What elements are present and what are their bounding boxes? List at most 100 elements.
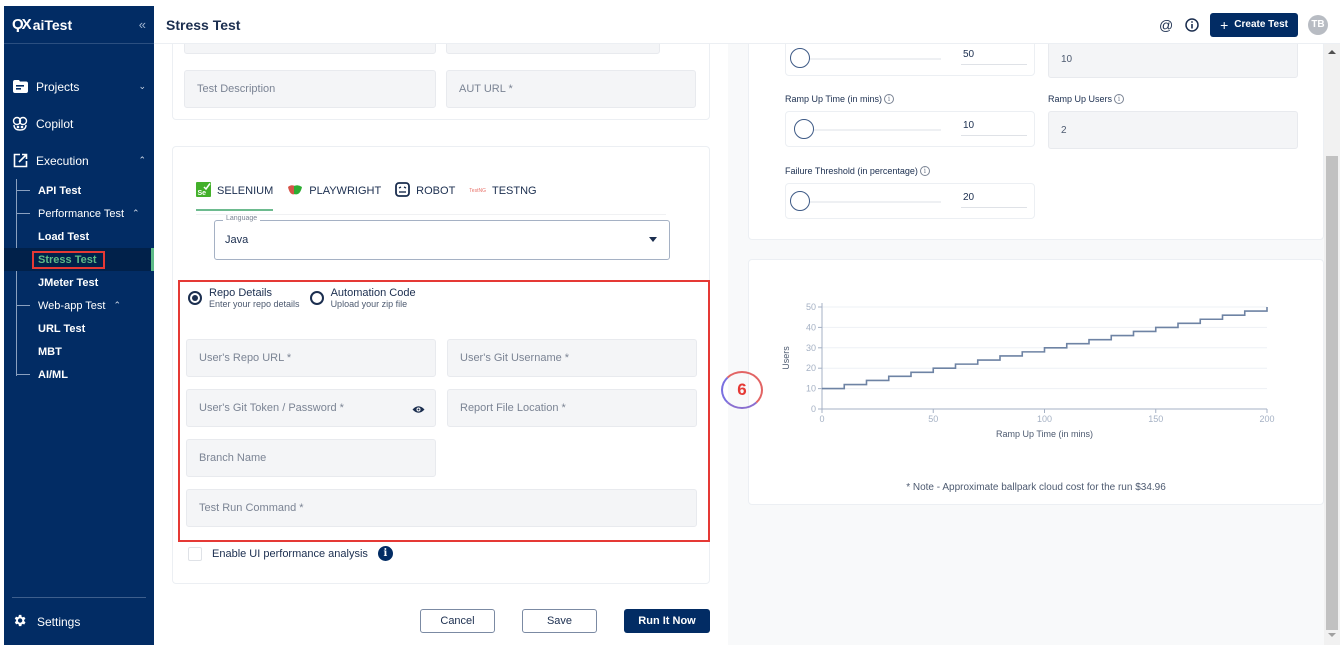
- sidebar-item-label: Execution: [36, 153, 89, 168]
- radio-automation-code[interactable]: Automation Code Upload your zip file: [309, 287, 416, 309]
- x-tick-label: 50: [928, 414, 938, 424]
- tab-testng[interactable]: TestNG TESTNG: [469, 179, 536, 203]
- tab-selenium[interactable]: Se SELENIUM: [196, 179, 274, 211]
- chevron-down-icon: ⌄: [138, 81, 146, 91]
- label-text: Failure Threshold (in percentage): [785, 166, 918, 176]
- tab-robot[interactable]: ROBOT: [395, 179, 455, 203]
- brand-name: aiTest: [32, 16, 73, 33]
- load-config-panel: 50 10 Ramp Up Time (in mins) i Ramp Up Us…: [748, 34, 1324, 645]
- tab-label: SELENIUM: [217, 185, 274, 197]
- info-icon[interactable]: i: [884, 94, 895, 104]
- sidebar-item-label: API Test: [38, 184, 82, 197]
- sidebar-item-settings[interactable]: Settings: [12, 597, 146, 645]
- plus-icon: +: [1220, 16, 1229, 33]
- sidebar-item-label: JMeter Test: [38, 276, 99, 289]
- tab-playwright[interactable]: PLAYWRIGHT: [287, 179, 381, 203]
- ramp-time-value[interactable]: 10: [961, 116, 1027, 136]
- users-slider-value[interactable]: 50: [961, 45, 1027, 65]
- label-text: Ramp Up Users: [1048, 94, 1113, 104]
- ramp-users-label: Ramp Up Users i: [1048, 94, 1125, 104]
- language-value: Java: [225, 234, 249, 246]
- y-tick-label: 40: [806, 322, 816, 332]
- sidebar-item-aiml[interactable]: AI/ML: [16, 363, 154, 386]
- brand-bar: ϘX aiTest «: [4, 6, 154, 44]
- users-field: 10: [1048, 40, 1298, 78]
- sidebar-item-label: Copilot: [36, 116, 74, 131]
- sidebar-item-load-test[interactable]: Load Test: [16, 225, 154, 248]
- slider-track: [806, 129, 941, 131]
- create-test-button[interactable]: + Create Test: [1210, 12, 1298, 37]
- ui-performance-label: Enable UI performance analysis: [212, 547, 368, 560]
- radio-checked-icon: [188, 291, 202, 305]
- sidebar-item-url-test[interactable]: URL Test: [16, 317, 154, 340]
- slider-handle[interactable]: [794, 119, 814, 139]
- git-token-input[interactable]: User's Git Token / Password *: [186, 389, 436, 427]
- report-location-input[interactable]: Report File Location *: [447, 389, 697, 427]
- sidebar-item-execution[interactable]: Execution ⌃: [4, 142, 154, 179]
- test-description-input[interactable]: Test Description: [184, 70, 436, 108]
- radio-subtitle: Enter your repo details: [209, 299, 300, 309]
- y-tick-label: 50: [806, 302, 816, 312]
- double-chevron-left-icon[interactable]: «: [139, 17, 146, 32]
- at-sign-icon[interactable]: @: [1158, 17, 1174, 33]
- repo-url-input[interactable]: User's Repo URL *: [186, 339, 436, 377]
- sidebar-item-label: Settings: [37, 614, 81, 629]
- failure-threshold-slider[interactable]: 20: [785, 183, 1035, 219]
- create-test-label: Create Test: [1234, 19, 1288, 30]
- radio-title: Repo Details: [209, 287, 272, 299]
- sidebar-item-label: Load Test: [38, 230, 90, 243]
- branch-name-input[interactable]: Branch Name: [186, 439, 436, 477]
- slider-handle[interactable]: [790, 48, 810, 68]
- selenium-icon: Se: [196, 182, 211, 200]
- y-tick-label: 20: [806, 363, 816, 373]
- sidebar-item-label: Performance Test: [38, 207, 125, 220]
- sidebar: ϘX aiTest « Projects ⌄ Copilot Execution…: [4, 6, 154, 645]
- info-icon[interactable]: i: [377, 546, 393, 561]
- radio-subtitle: Upload your zip file: [330, 299, 408, 309]
- ramp-time-slider[interactable]: 10: [785, 111, 1035, 147]
- top-header: Stress Test @ + Create Test TB: [154, 6, 1340, 44]
- x-tick-label: 100: [1037, 414, 1052, 424]
- git-username-input[interactable]: User's Git Username *: [447, 339, 697, 377]
- scroll-up-arrow-icon[interactable]: [1328, 50, 1336, 54]
- sidebar-item-stress-test[interactable]: Stress Test: [4, 248, 154, 271]
- cost-note: * Note - Approximate ballpark cloud cost…: [906, 482, 1166, 493]
- header-actions: @ + Create Test TB: [1158, 12, 1340, 37]
- radio-repo-details[interactable]: Repo Details Enter your repo details: [188, 287, 300, 309]
- caret-down-icon: [649, 237, 657, 242]
- users-slider[interactable]: 50: [785, 40, 1035, 76]
- info-icon[interactable]: [1184, 17, 1200, 33]
- failure-threshold-value[interactable]: 20: [961, 188, 1027, 208]
- ui-performance-checkbox[interactable]: [188, 546, 202, 561]
- sidebar-item-mbt[interactable]: MBT: [16, 340, 154, 363]
- test-run-command-input[interactable]: Test Run Command *: [186, 489, 697, 527]
- aut-url-input[interactable]: AUT URL *: [446, 70, 696, 108]
- save-button[interactable]: Save: [522, 609, 597, 633]
- chevron-up-icon: ⌃: [132, 208, 140, 218]
- avatar[interactable]: TB: [1308, 14, 1328, 35]
- vertical-scrollbar[interactable]: [1324, 44, 1340, 645]
- copilot-icon: [12, 116, 28, 132]
- sidebar-item-performance-test[interactable]: Performance Test ⌃: [16, 202, 154, 225]
- run-it-now-button[interactable]: Run It Now: [624, 609, 710, 633]
- tab-label: TESTNG: [491, 185, 537, 197]
- sidebar-item-api-test[interactable]: API Test: [16, 179, 154, 202]
- chevron-up-icon: ⌃: [113, 300, 122, 310]
- info-icon[interactable]: i: [919, 166, 930, 176]
- language-select[interactable]: Language Java: [214, 215, 670, 260]
- eye-icon[interactable]: [412, 403, 425, 417]
- sidebar-item-copilot[interactable]: Copilot: [4, 105, 154, 142]
- test-form-panel: Test Description AUT URL * Se SELENIUM P…: [154, 34, 728, 645]
- svg-text:Se: Se: [198, 190, 207, 197]
- sidebar-item-webapp-test[interactable]: Web-app Test ⌃: [16, 294, 154, 317]
- radio-unchecked-icon: [309, 291, 324, 305]
- slider-handle[interactable]: [790, 191, 810, 211]
- info-icon[interactable]: i: [1114, 94, 1125, 104]
- sidebar-item-label: URL Test: [38, 322, 86, 335]
- scroll-down-arrow-icon[interactable]: [1328, 633, 1336, 637]
- sidebar-item-jmeter-test[interactable]: JMeter Test: [16, 271, 154, 294]
- sidebar-item-projects[interactable]: Projects ⌄: [4, 68, 154, 105]
- cancel-button[interactable]: Cancel: [420, 609, 495, 633]
- scroll-thumb[interactable]: [1326, 156, 1338, 630]
- git-token-placeholder: User's Git Token / Password *: [199, 402, 344, 414]
